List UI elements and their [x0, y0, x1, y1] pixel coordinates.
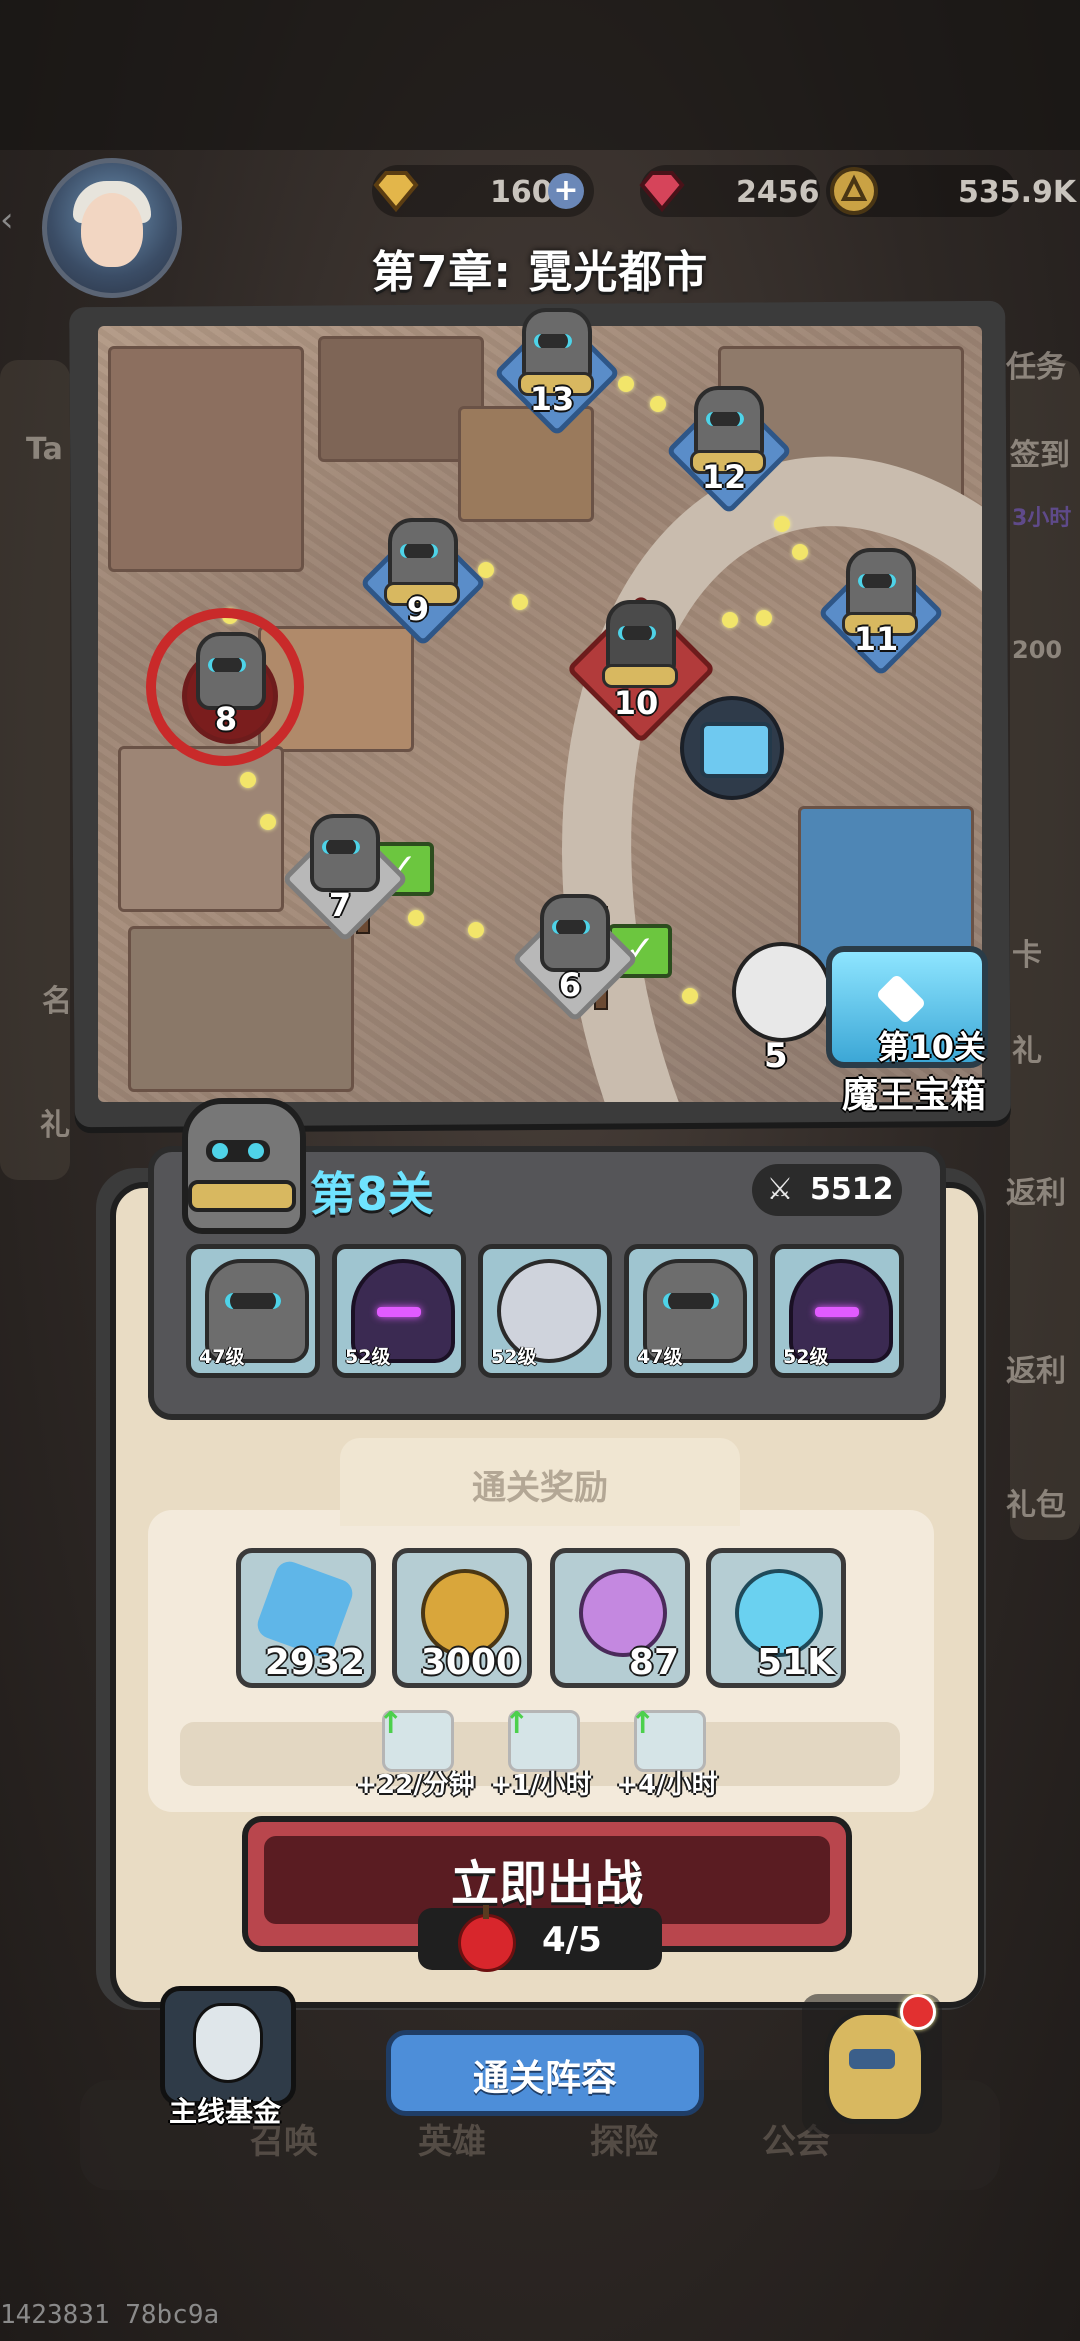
boss-portrait-icon: [732, 942, 832, 1042]
reward-qty: 2932: [264, 1642, 365, 1683]
enemy-card[interactable]: 52级: [770, 1244, 904, 1378]
battle-button-label: 立即出战: [450, 1856, 643, 1912]
nav-explore: 探险: [590, 2122, 658, 2162]
apple-icon: [458, 1905, 516, 1972]
back-arrow-icon[interactable]: ‹: [0, 200, 24, 240]
build-id: 1423831 78bc9a: [0, 2300, 220, 2330]
gold-bar-icon: [368, 163, 424, 219]
stamina-value: 4/5: [542, 1920, 602, 1960]
side-label: 卡: [1012, 938, 1042, 973]
reward-item[interactable]: 3000: [392, 1548, 532, 1688]
helmet-button[interactable]: [802, 1994, 942, 2134]
side-label: 礼: [1012, 1034, 1042, 1069]
enemy-card[interactable]: 47级: [624, 1244, 758, 1378]
stage-number: 7: [328, 886, 352, 924]
stage-node-8[interactable]: 8: [174, 632, 278, 750]
stage-node-6[interactable]: 6: [511, 894, 639, 1023]
boss-chest-label: 魔王宝箱: [841, 1075, 986, 1116]
idle-rate-text: +22/分钟: [355, 1770, 475, 1800]
idle-rate: ↑ +22/分钟: [355, 1706, 474, 1800]
stage-number: 11: [853, 620, 899, 658]
gold-bar-count: 160: [490, 175, 553, 210]
main-fund-button[interactable]: [160, 1986, 296, 2106]
idle-rate: ↑ +4/小时: [612, 1706, 722, 1800]
stage-number: 6: [558, 966, 582, 1004]
side-label: 礼包: [1006, 1488, 1066, 1523]
stage-node-12[interactable]: 12: [665, 386, 793, 515]
add-gold-bar-icon[interactable]: +: [548, 173, 584, 209]
stage-boss-icon: [182, 1098, 306, 1234]
stage-node-7[interactable]: 7: [281, 814, 409, 943]
stage-number: 12: [701, 458, 747, 496]
reward-title: 通关奖励: [472, 1468, 608, 1508]
gem-resource: 2456: [639, 165, 820, 217]
reward-qty: 3000: [420, 1642, 521, 1683]
chapter-title: 第7章: 霓光都市: [371, 247, 709, 298]
enemy-level: 47级: [637, 1346, 683, 1368]
side-label: Ta: [26, 432, 63, 467]
coin-resource: 535.9K: [826, 163, 1076, 219]
gold-coin-icon: [826, 163, 882, 219]
side-label: 任务: [1006, 350, 1066, 385]
wolf-icon: [193, 2003, 263, 2083]
notification-dot: [900, 1994, 936, 2030]
stage-label: 第8关: [310, 1167, 435, 1221]
idle-rate-text: +4/小时: [616, 1770, 718, 1800]
reward-item[interactable]: 51K: [706, 1548, 846, 1688]
idle-rate: ↑ +1/小时: [486, 1706, 596, 1800]
boss-chest-stage: 第10关: [877, 1028, 986, 1066]
side-label: 返利: [1006, 1176, 1066, 1211]
power-indicator: ⚔ 5512: [752, 1164, 902, 1216]
stage-node-9[interactable]: 9: [359, 518, 487, 647]
stage-number: 8: [214, 700, 238, 738]
reward-item[interactable]: 2932: [236, 1548, 376, 1688]
power-value: 5512: [810, 1172, 894, 1207]
coin-count: 535.9K: [958, 175, 1077, 210]
enemy-level: 52级: [783, 1346, 829, 1368]
stage-number: 10: [613, 684, 659, 722]
enemy-level: 52级: [491, 1346, 537, 1368]
stage-number: 13: [529, 380, 575, 418]
combat-power-icon: ⚔: [766, 1172, 794, 1207]
gold-bar-resource: 160 +: [372, 165, 594, 217]
side-label: 礼: [40, 1108, 70, 1143]
nav-heroes: 英雄: [418, 2122, 486, 2162]
stage-node-11[interactable]: 11: [817, 548, 945, 677]
enemy-card[interactable]: 52级: [332, 1244, 466, 1378]
reward-qty: 51K: [757, 1642, 835, 1683]
enemy-level: 47级: [199, 1346, 245, 1368]
chest-node[interactable]: [680, 696, 784, 800]
side-label: 名: [42, 984, 72, 1019]
stage-number: 9: [406, 590, 430, 628]
stage-number-5: 5: [764, 1036, 788, 1076]
enemy-level: 52级: [345, 1346, 391, 1368]
enemy-card[interactable]: 47级: [186, 1244, 320, 1378]
reward-item[interactable]: 87: [550, 1548, 690, 1688]
side-label: 200: [1012, 636, 1063, 664]
stage-node-10-boss[interactable]: 10: [566, 594, 716, 744]
side-label: 签到: [1010, 438, 1070, 473]
reward-qty: 87: [628, 1642, 679, 1683]
ruby-gem-icon: [634, 163, 690, 219]
stage-node-13[interactable]: 13: [493, 308, 621, 437]
lineup-button-label: 通关阵容: [472, 2058, 617, 2099]
stamina-counter: 4/5: [418, 1905, 662, 1972]
idle-rate-text: +1/小时: [490, 1770, 592, 1800]
gem-count: 2456: [736, 175, 820, 210]
side-label: 返利: [1006, 1354, 1066, 1389]
enemy-card[interactable]: 52级: [478, 1244, 612, 1378]
clear-lineup-button[interactable]: 通关阵容: [386, 2030, 704, 2116]
side-label: 3小时: [1012, 506, 1072, 531]
main-fund-label: 主线基金: [168, 2095, 281, 2128]
